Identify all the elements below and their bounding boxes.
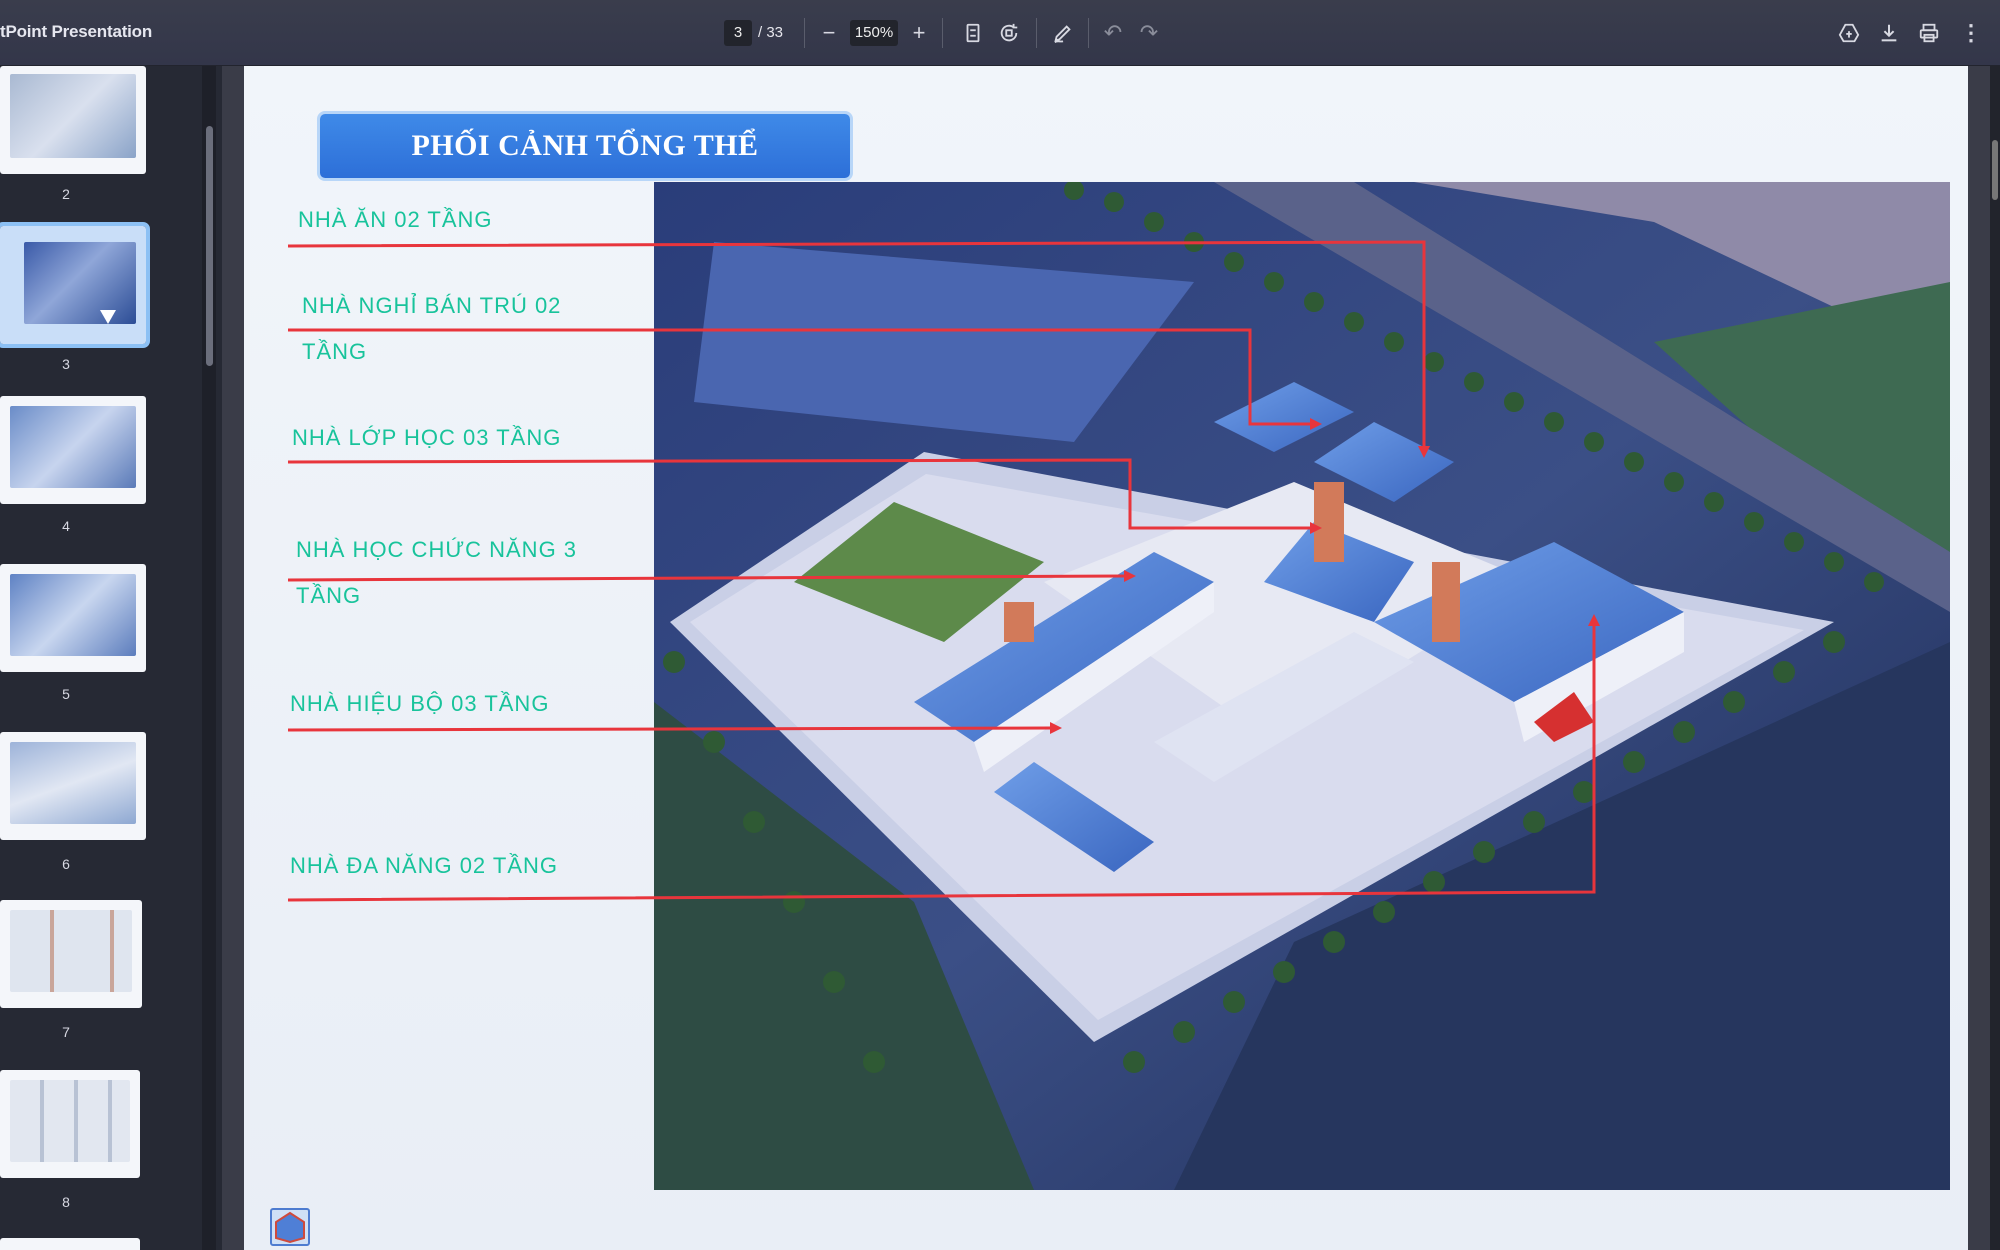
undo-icon: ↶ [1103,20,1123,45]
thumbnail-number: 8 [62,1194,70,1210]
toolbar-divider [1088,18,1089,48]
thumbnail-number: 4 [62,518,70,534]
plus-icon: + [912,20,926,45]
zoom-out-button[interactable]: − [812,16,846,50]
school-logo-icon [270,1208,310,1246]
toolbar-divider [804,18,805,48]
print-button[interactable] [1912,16,1946,50]
thumbnail-image [0,732,146,840]
leader-line-nha-hieu-bo [287,726,1051,732]
toolbar-divider [1036,18,1037,48]
redo-icon: ↷ [1139,20,1159,45]
thumbnail-image [0,222,150,348]
undo-button[interactable]: ↶ [1096,16,1130,50]
label-nha-hoc-chuc-nang-line1: NHÀ HỌC CHỨC NĂNG 3 [296,537,578,562]
viewer-toolbar: tPoint Presentation 3 / 33 − 150% + ↶ ↷ … [0,0,2000,66]
thumbnail-picture [24,242,136,324]
annotate-button[interactable] [1046,16,1080,50]
main-scrollbar-thumb[interactable] [1992,140,1998,200]
drive-icon [1838,23,1860,43]
arrowhead [1310,418,1322,430]
fit-page-button[interactable] [956,16,990,50]
add-to-drive-button[interactable] [1832,16,1866,50]
main-scrollbar[interactable] [1990,66,2000,1250]
thumbnail-picture [10,910,132,992]
arrowhead [1418,446,1430,458]
thumbnail-image [0,1238,140,1250]
download-icon [1881,24,1897,42]
more-icon: ⋮ [1960,20,1982,45]
thumbnail-image [0,396,146,504]
label-nha-nghi-ban-tru-line1: NHÀ NGHỈ BÁN TRÚ 02 [302,293,562,318]
page-total: / 33 [758,24,784,41]
thumbnail-sidebar: 2 3 4 5 6 7 8 [0,66,222,1250]
more-options-button[interactable]: ⋮ [1954,16,1988,50]
document-title: tPoint Presentation [0,22,153,41]
rotate-icon [1000,23,1018,42]
label-nha-da-nang: NHÀ ĐA NĂNG 02 TẦNG [290,853,558,878]
thumbnail-image [0,66,146,174]
leader-lines [287,240,1600,902]
annotate-icon [1054,25,1071,44]
thumbnail-image [0,564,146,672]
thumbnail-number: 2 [62,186,70,202]
minus-icon: − [822,20,836,45]
thumbnail-picture [10,742,136,824]
thumbnail-number: 5 [62,686,70,702]
thumbnail-picture [10,74,136,158]
slide-page: PHỐI CẢNH TỔNG THỂ NHÀ ĂN 02 TẦNG NHÀ NG… [244,66,1968,1250]
thumbnail-picture [10,574,136,656]
label-nha-lop-hoc: NHÀ LỚP HỌC 03 TẦNG [292,425,562,450]
redo-button[interactable]: ↷ [1132,16,1166,50]
thumbnail-image [0,900,142,1008]
fit-page-icon [966,23,980,43]
thumbnail-number: 7 [62,1024,70,1040]
mouse-cursor-icon [100,310,116,324]
sidebar-scrollbar-thumb[interactable] [206,126,213,366]
label-nha-hieu-bo: NHÀ HIỆU BỘ 03 TẦNG [290,691,550,716]
arrowhead [1050,722,1062,734]
thumbnail-image [0,1070,140,1178]
download-button[interactable] [1872,16,1906,50]
thumbnail-picture [10,406,136,488]
toolbar-divider [942,18,943,48]
arrowhead [1124,570,1136,582]
leader-line-nha-lop-hoc [287,458,1310,530]
print-icon [1919,23,1939,43]
zoom-in-button[interactable]: + [902,16,936,50]
thumbnail-number: 3 [62,356,70,372]
page-number-input[interactable]: 3 [724,20,752,46]
arrowhead [1588,614,1600,626]
arrowhead [1310,522,1322,534]
thumbnail-number: 6 [62,856,70,872]
label-nha-nghi-ban-tru-line2: TẦNG [302,339,368,364]
thumbnail-picture [10,1080,130,1162]
label-nha-hoc-chuc-nang-line2: TẦNG [296,583,362,608]
zoom-level-input[interactable]: 150% [850,20,898,46]
rotate-button[interactable] [992,16,1026,50]
label-nha-an: NHÀ ĂN 02 TẦNG [298,207,493,232]
